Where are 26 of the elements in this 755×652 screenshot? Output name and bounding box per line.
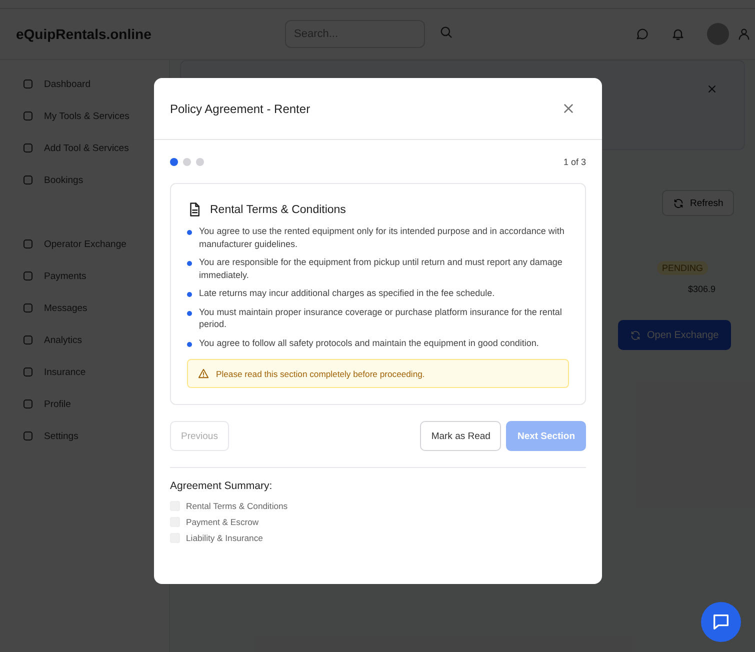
action-button[interactable]: Mark as Read (420, 421, 502, 451)
chat-bubble-icon (711, 612, 731, 632)
amount: $306.9 (688, 284, 716, 294)
section-title: Rental Terms & Conditions (210, 204, 346, 216)
summary-title: Agreement Summary: (170, 480, 274, 492)
warning-icon (198, 368, 209, 379)
notice-text: Please read this section completely before proceeding. (216, 368, 425, 378)
term-text: Late returns may incur additional charges as specified in the fee schedule. (199, 287, 495, 300)
term-text: You agree to follow all safety protocols and maintain the equipment in good condition. (199, 336, 539, 349)
document-icon (187, 202, 202, 217)
term-text: You agree to use the rented equipment only for its intended purpose and in accordance with manufacturer guidelines. (199, 225, 566, 250)
term-text: You must maintain proper insurance coverage or purchase platform insurance for the rental period. (199, 306, 563, 330)
close-button[interactable] (561, 101, 576, 116)
brand-name: eQuipRentals.online (15, 26, 152, 42)
bullet-icon (187, 342, 192, 346)
bullet-icon (187, 230, 192, 235)
bullet-icon (187, 261, 192, 266)
summary-item: Liability & Insurance (186, 533, 263, 543)
summary-item: Rental Terms & Conditions (186, 501, 288, 511)
summary-item: Payment & Escrow (186, 517, 259, 527)
step-counter: 1 of 3 (563, 157, 586, 167)
bullet-icon (187, 310, 192, 316)
bullet-icon (187, 292, 192, 297)
term-text: You are responsible for the equipment from pickup until return and must report any damage immediately. (199, 256, 564, 281)
close-icon (561, 101, 576, 116)
dialog-title: Policy Agreement - Renter (170, 102, 310, 116)
